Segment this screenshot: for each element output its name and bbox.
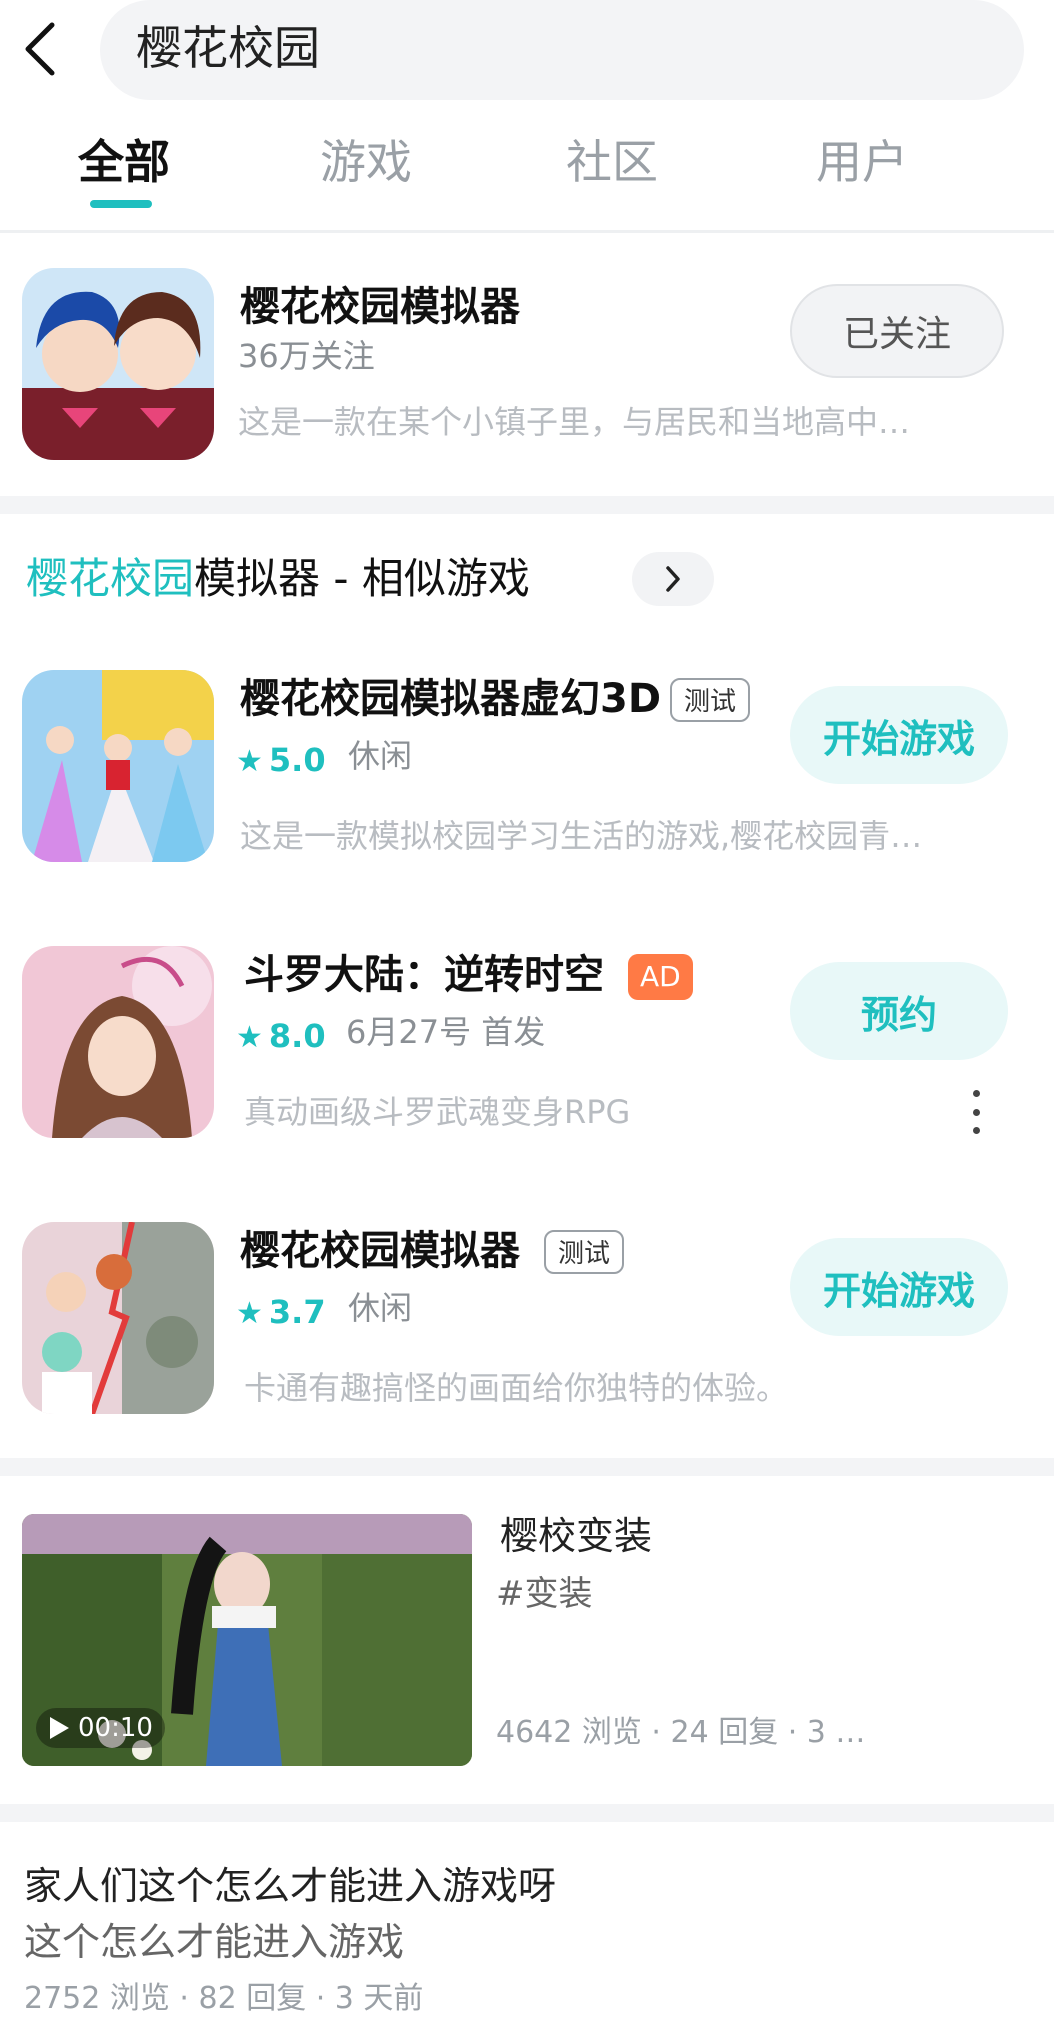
video-duration: 00:10 (36, 1708, 165, 1748)
back-button[interactable] (14, 18, 66, 80)
game-title[interactable]: 樱花校园模拟器 (240, 1224, 520, 1278)
section-divider (0, 1804, 1054, 1822)
post-title[interactable]: 樱校变装 (500, 1510, 652, 1562)
post-stats: 4642 浏览 · 24 回复 · 3 … (496, 1715, 866, 1750)
game-icon-sakura-cartoon[interactable] (22, 1222, 214, 1414)
star-icon: ★ (236, 1296, 263, 1331)
similar-games-more-button[interactable] (632, 552, 714, 606)
test-badge: 测试 (670, 678, 751, 722)
similar-games-highlight: 樱花校园 (26, 554, 195, 603)
test-badge: 测试 (544, 1230, 625, 1274)
tab-all[interactable]: 全部 (78, 132, 170, 192)
game-rating-value: 8.0 (268, 1017, 326, 1055)
star-icon: ★ (236, 1020, 263, 1055)
chevron-left-icon (25, 22, 55, 76)
game-icon-douluo[interactable] (22, 946, 214, 1138)
game-release-info: 6月27号 首发 (346, 1013, 546, 1051)
game-category: 休闲 (348, 737, 413, 775)
chevron-right-icon (666, 566, 680, 592)
post-tag[interactable]: #变装 (496, 1570, 593, 1618)
top-result-followers: 36万关注 (238, 337, 375, 375)
game-title[interactable]: 斗罗大陆：逆转时空 (244, 948, 604, 1002)
tab-community[interactable]: 社区 (566, 132, 658, 192)
star-icon: ★ (236, 744, 263, 779)
start-game-button[interactable]: 开始游戏 (790, 1238, 1008, 1336)
game-icon-sakura-3d[interactable] (22, 670, 214, 862)
similar-games-heading[interactable]: 樱花校园模拟器 - 相似游戏 (26, 550, 530, 608)
play-icon (50, 1717, 69, 1739)
game-rating: ★ 5.0 (236, 738, 326, 784)
post-body: 这个怎么才能进入游戏 (24, 1920, 405, 1964)
game-description: 这是一款模拟校园学习生活的游戏,樱花校园青… (240, 817, 923, 855)
post-stats: 2752 浏览 · 82 回复 · 3 天前 (24, 1981, 424, 2016)
tab-divider (0, 230, 1054, 233)
game-rating: ★ 8.0 (236, 1014, 326, 1060)
section-divider (0, 1458, 1054, 1476)
game-description: 卡通有趣搞怪的画面给你独特的体验。 (244, 1369, 789, 1407)
game-rating-value: 5.0 (268, 741, 326, 779)
game-description: 真动画级斗罗武魂变身RPG (244, 1093, 631, 1131)
followed-button[interactable]: 已关注 (790, 284, 1004, 378)
search-input[interactable]: 樱花校园 (136, 18, 320, 78)
video-duration-text: 00:10 (78, 1713, 153, 1743)
tab-games[interactable]: 游戏 (320, 132, 412, 192)
top-result-description: 这是一款在某个小镇子里，与居民和当地高中… (238, 403, 911, 441)
game-rating: ★ 3.7 (236, 1290, 326, 1336)
post-title[interactable]: 家人们这个怎么才能进入游戏呀 (24, 1860, 556, 1912)
game-icon-sakura-school[interactable] (22, 268, 214, 460)
more-options-icon[interactable] (968, 1090, 984, 1134)
similar-games-heading-rest: 模拟器 - 相似游戏 (194, 554, 530, 603)
tab-users[interactable]: 用户 (816, 132, 908, 192)
start-game-button[interactable]: 开始游戏 (790, 686, 1008, 784)
top-result-title[interactable]: 樱花校园模拟器 (240, 280, 520, 334)
section-divider (0, 496, 1054, 514)
game-title[interactable]: 樱花校园模拟器虚幻3D (240, 672, 661, 726)
game-rating-value: 3.7 (268, 1293, 326, 1331)
active-tab-indicator (90, 200, 152, 208)
game-category: 休闲 (348, 1289, 413, 1327)
reserve-button[interactable]: 预约 (790, 962, 1008, 1060)
ad-badge: AD (628, 954, 693, 1000)
